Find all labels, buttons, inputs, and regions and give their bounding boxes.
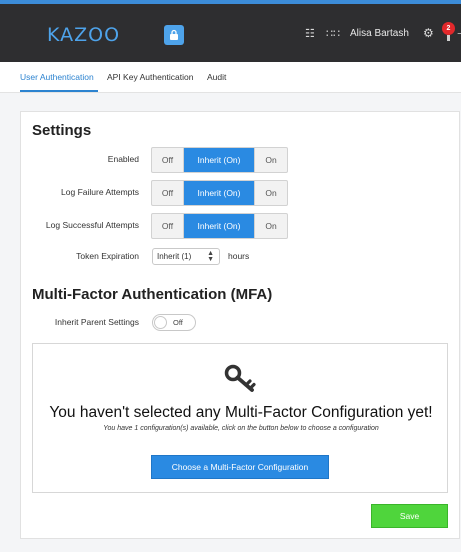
user-name[interactable]: Alisa Bartash bbox=[350, 28, 409, 39]
toggle-state-label: Off bbox=[173, 318, 183, 327]
gear-icon[interactable]: ⚙ bbox=[423, 26, 434, 40]
settings-title: Settings bbox=[32, 122, 92, 139]
tab-api-key-authentication[interactable]: API Key Authentication bbox=[107, 72, 193, 82]
active-tab-indicator bbox=[20, 90, 98, 92]
log-success-off-option[interactable]: Off bbox=[152, 214, 184, 238]
lock-icon bbox=[170, 29, 178, 40]
mfa-empty-heading: You haven't selected any Multi-Factor Co… bbox=[49, 404, 433, 421]
inherit-parent-label: Inherit Parent Settings bbox=[54, 317, 139, 327]
log-failure-off-option[interactable]: Off bbox=[152, 181, 184, 205]
mfa-title: Multi-Factor Authentication (MFA) bbox=[32, 286, 273, 303]
notification-badge[interactable]: 2 bbox=[442, 22, 455, 35]
sitemap-icon[interactable]: ☷ bbox=[305, 27, 315, 41]
log-success-on-option[interactable]: On bbox=[255, 214, 287, 238]
mfa-empty-subtext: You have 1 configuration(s) available, c… bbox=[103, 425, 379, 432]
notification-pin-icon bbox=[447, 35, 450, 41]
enabled-label: Enabled bbox=[107, 154, 139, 164]
token-expiration-unit: hours bbox=[228, 251, 250, 261]
enabled-off-option[interactable]: Off bbox=[152, 148, 184, 172]
log-success-label: Log Successful Attempts bbox=[45, 220, 139, 230]
select-arrows-icon: ▲ ▼ bbox=[207, 250, 214, 263]
tab-bar: User Authentication API Key Authenticati… bbox=[0, 62, 461, 93]
current-app-button[interactable] bbox=[164, 25, 184, 45]
enabled-on-option[interactable]: On bbox=[255, 148, 287, 172]
log-failure-inherit-option[interactable]: Inherit (On) bbox=[184, 181, 255, 205]
top-bar: KAZOO ☷ ∷∷ Alisa Bartash ⚙ 2 ⇥ bbox=[0, 0, 461, 62]
log-failure-on-option[interactable]: On bbox=[255, 181, 287, 205]
tab-user-authentication[interactable]: User Authentication bbox=[20, 72, 94, 82]
logout-icon[interactable]: ⇥ bbox=[457, 27, 461, 40]
token-expiration-select[interactable]: Inherit (1) ▲ ▼ bbox=[152, 248, 220, 265]
inherit-parent-toggle[interactable]: Off bbox=[152, 314, 196, 331]
log-failure-label: Log Failure Attempts bbox=[61, 187, 139, 197]
key-icon bbox=[224, 364, 256, 392]
enabled-inherit-option[interactable]: Inherit (On) bbox=[184, 148, 255, 172]
token-expiration-value: Inherit (1) bbox=[157, 252, 192, 261]
app-grid-icon[interactable]: ∷∷ bbox=[326, 27, 340, 41]
log-success-inherit-option[interactable]: Inherit (On) bbox=[184, 214, 255, 238]
mfa-empty-state: You haven't selected any Multi-Factor Co… bbox=[32, 343, 448, 493]
save-button[interactable]: Save bbox=[371, 504, 448, 528]
settings-panel: Settings Enabled Off Inherit (On) On Log… bbox=[20, 111, 460, 539]
enabled-segmented-control: Off Inherit (On) On bbox=[151, 147, 288, 173]
token-expiration-label: Token Expiration bbox=[76, 251, 139, 261]
tab-audit[interactable]: Audit bbox=[207, 72, 226, 82]
log-success-segmented-control: Off Inherit (On) On bbox=[151, 213, 288, 239]
log-failure-segmented-control: Off Inherit (On) On bbox=[151, 180, 288, 206]
toggle-knob bbox=[154, 316, 167, 329]
choose-mfa-configuration-button[interactable]: Choose a Multi-Factor Configuration bbox=[151, 455, 329, 479]
kazoo-logo[interactable]: KAZOO bbox=[47, 24, 120, 46]
